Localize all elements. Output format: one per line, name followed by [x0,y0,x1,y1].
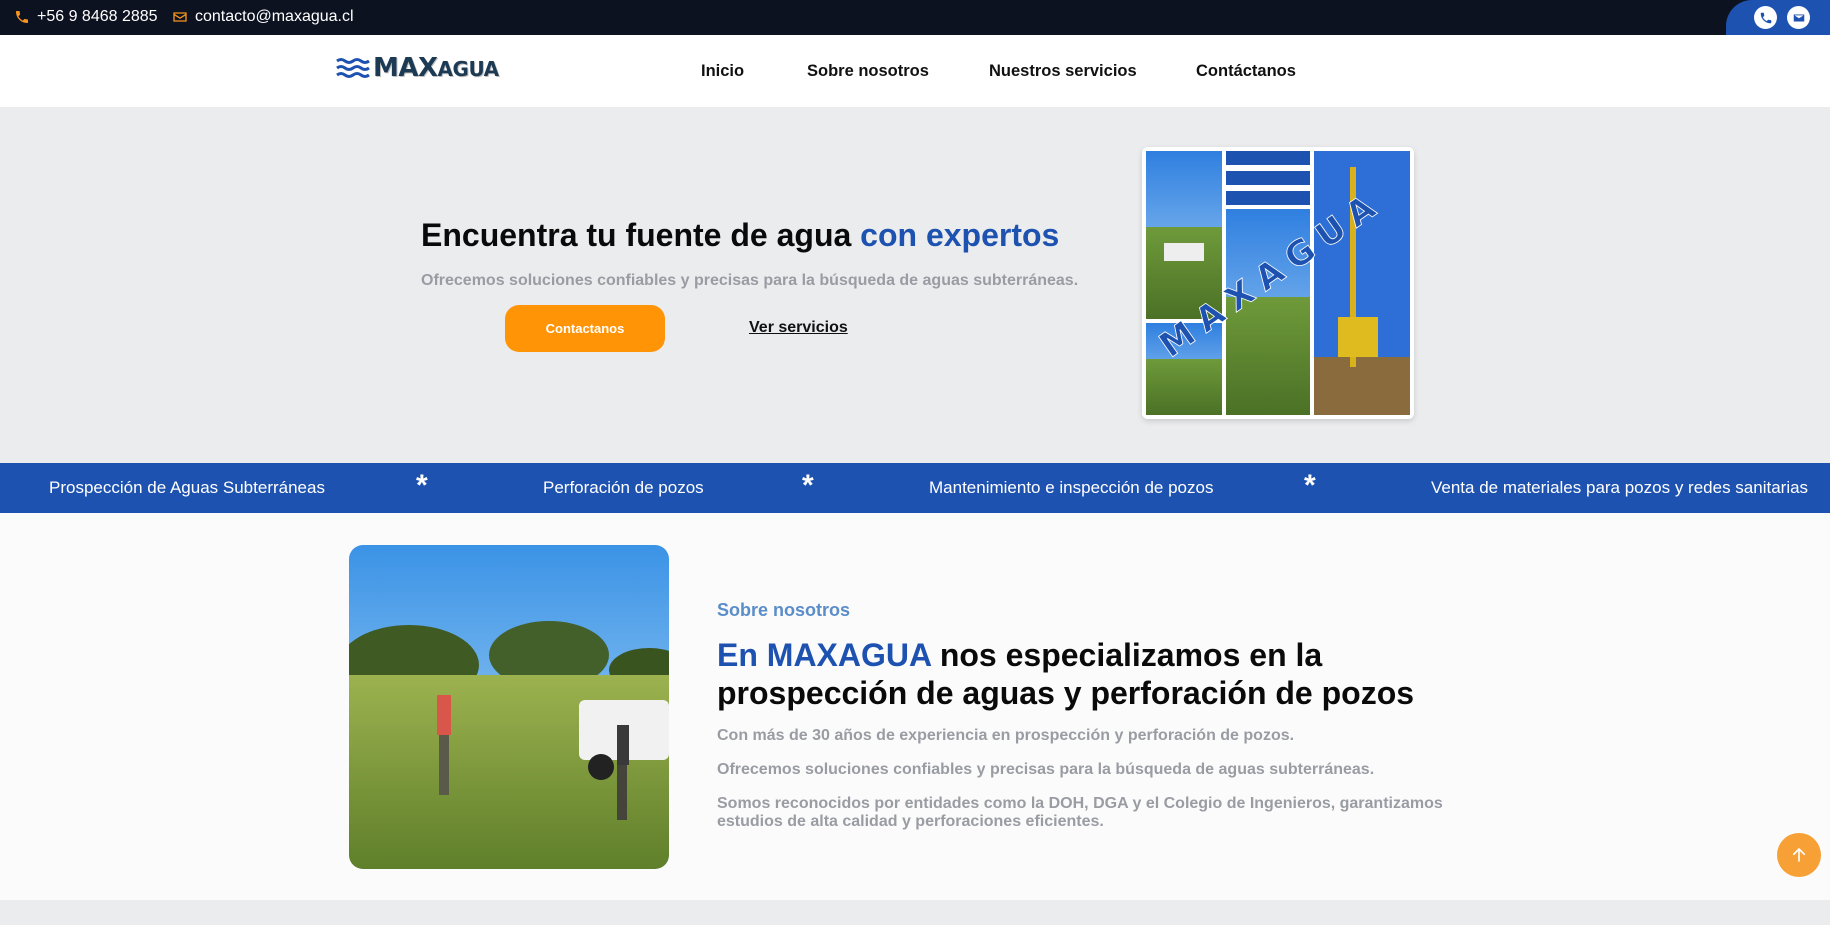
collage-graphic: MAXAGUA [1142,147,1414,419]
ticker-separator: * [802,469,814,502]
services-ticker: Prospección de Aguas Subterráneas * Perf… [0,463,1830,513]
hero-collage-image: MAXAGUA [1142,147,1414,419]
hero-section: Encuentra tu fuente de agua con expertos… [0,107,1830,463]
topbar-phone-text: +56 9 8468 2885 [37,8,158,25]
logo[interactable]: MAXAGUA [336,53,499,83]
topbar-email-text: contacto@maxagua.cl [195,8,354,25]
topbar-email[interactable]: contacto@maxagua.cl [172,8,354,26]
hero-title: Encuentra tu fuente de agua con expertos [421,217,1060,253]
ticker-separator: * [416,469,428,502]
about-paragraph: Ofrecemos soluciones confiables y precis… [717,761,1375,778]
top-contact-bar: +56 9 8468 2885 contacto@maxagua.cl [0,0,1830,35]
hero-subtitle: Ofrecemos soluciones confiables y precis… [421,272,1079,289]
ticker-item: Prospección de Aguas Subterráneas [49,478,325,497]
nav-contactanos[interactable]: Contáctanos [1196,62,1296,81]
ticker-item: Mantenimiento e inspección de pozos [929,478,1214,497]
about-title: En MAXAGUA nos especializamos en la pros… [717,637,1415,711]
field-photo-graphic [349,545,669,869]
view-services-link[interactable]: Ver servicios [749,319,848,337]
main-navigation: MAXAGUA Inicio Sobre nosotros Nuestros s… [0,35,1830,107]
ticker-separator: * [1304,469,1316,502]
nav-nuestros-servicios[interactable]: Nuestros servicios [989,62,1137,81]
next-section-strip [0,900,1830,925]
about-photo [349,545,669,869]
about-paragraph: Con más de 30 años de experiencia en pro… [717,727,1295,744]
nav-inicio[interactable]: Inicio [701,62,744,81]
nav-sobre-nosotros[interactable]: Sobre nosotros [807,62,929,81]
about-paragraph: Somos reconocidos por entidades como la … [717,795,1443,830]
phone-icon[interactable] [1754,6,1777,29]
logo-text: MAXAGUA [373,53,499,83]
waves-logo-icon [336,58,370,78]
contact-button[interactable]: Contactanos [505,305,665,352]
envelope-icon[interactable] [1787,6,1810,29]
ticker-item: Venta de materiales para pozos y redes s… [1431,478,1809,497]
about-section-label: Sobre nosotros [717,600,851,620]
phone-icon [16,11,28,23]
ticker-item: Perforación de pozos [543,478,704,497]
scroll-to-top-button[interactable] [1777,833,1821,877]
topbar-quick-actions [1726,0,1830,35]
topbar-phone[interactable]: +56 9 8468 2885 [14,8,158,26]
arrow-up-icon [1792,848,1806,862]
envelope-icon [173,12,187,22]
